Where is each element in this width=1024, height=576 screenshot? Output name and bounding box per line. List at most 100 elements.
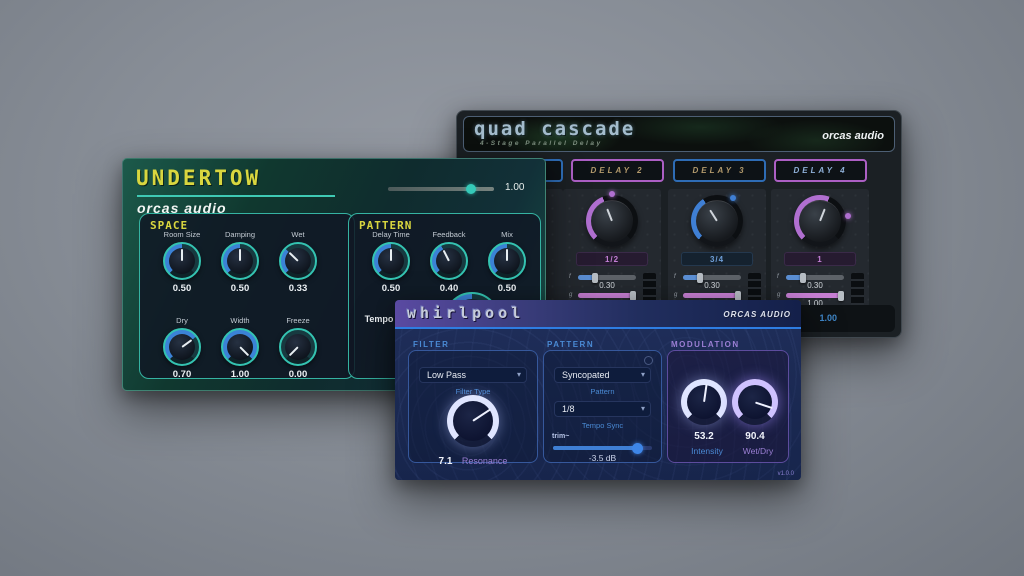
knob-needle	[506, 249, 508, 261]
pattern-box: Syncopated ▾ Pattern 1/8 ▾ Tempo Sync tr…	[543, 350, 662, 463]
knob-value: 0.50	[362, 283, 420, 294]
knob-value: 0.50	[153, 283, 211, 294]
delay-2-division-button[interactable]: 1/2	[576, 252, 648, 266]
slider-fill	[683, 293, 738, 298]
knob-value: 0.33	[269, 283, 327, 294]
knob-body	[436, 248, 462, 274]
delay-2-feedback-slider[interactable]	[578, 275, 636, 280]
knob-needle	[181, 249, 183, 261]
knob-label: Mix	[478, 230, 536, 240]
desktop-background: { "icons": { "caret": "▾" }, "undertow":…	[0, 0, 1024, 576]
tab-delay-3[interactable]: DELAY 3	[673, 159, 766, 182]
dropdown-value: Syncopated	[562, 370, 610, 380]
delay-2-indicator-dot	[609, 191, 615, 197]
slider-letter: g	[674, 292, 677, 298]
delay-4-indicator-dot	[845, 213, 851, 219]
slider-letter: g	[777, 292, 780, 298]
quad-title: quad cascade	[474, 118, 635, 140]
delay-3-time-knob[interactable]	[691, 195, 743, 247]
delay-column-2: 1/2 f 0.30 g 1.00	[563, 189, 661, 307]
output-gain-slider[interactable]	[388, 187, 494, 191]
power-icon[interactable]	[644, 356, 653, 365]
slider-letter: f	[569, 274, 571, 280]
intensity-knob[interactable]	[681, 379, 727, 425]
slider-handle[interactable]	[466, 184, 476, 194]
intensity-value: 53.2	[679, 431, 729, 442]
knob-value: 0.70	[153, 369, 211, 380]
whirlpool-window: whirlpool ORCAS AUDIO FILTER PATTERN MOD…	[395, 300, 801, 480]
slider-value: 0.30	[578, 281, 636, 290]
room-size-knob[interactable]	[163, 242, 201, 280]
delay-column-4: 1 f 0.30 g 1.00	[771, 189, 869, 307]
freeze-knob[interactable]	[279, 328, 317, 366]
dropdown-value: Low Pass	[427, 370, 466, 380]
slider-value: 0.30	[786, 281, 844, 290]
knob-label: Delay Time	[362, 230, 420, 240]
wet-dry-knob[interactable]	[732, 379, 778, 425]
intensity-label: Intensity	[679, 446, 735, 456]
whirlpool-header: whirlpool ORCAS AUDIO	[395, 300, 801, 327]
resonance-label: Resonance	[462, 456, 508, 466]
knob-value: 0.50	[211, 283, 269, 294]
delay-3-gain-slider[interactable]	[683, 293, 741, 298]
pattern-dropdown[interactable]: Syncopated ▾	[554, 367, 651, 383]
feedback-knob[interactable]	[430, 242, 468, 280]
delay-3-feedback-slider[interactable]	[683, 275, 741, 280]
slider-fill	[578, 293, 633, 298]
filter-type-dropdown[interactable]: Low Pass ▾	[419, 367, 527, 383]
chevron-down-icon: ▾	[641, 370, 645, 379]
chevron-down-icon: ▾	[517, 370, 521, 379]
modulation-section-label: MODULATION	[671, 340, 740, 349]
knob-label: Damping	[211, 230, 269, 240]
wet-dry-label: Wet/Dry	[730, 446, 786, 456]
knob-label: Width	[211, 316, 269, 326]
delay-4-time-knob[interactable]	[794, 195, 846, 247]
resonance-knob[interactable]	[447, 395, 499, 447]
footer-value: 1.00	[819, 313, 837, 323]
pattern-dropdown-label: Pattern	[544, 387, 661, 396]
undertow-title: UNDERTOW	[136, 166, 261, 190]
chevron-down-icon: ▾	[641, 404, 645, 413]
delay-4-gain-slider[interactable]	[786, 293, 844, 298]
pattern-section-label: PATTERN	[547, 340, 594, 349]
filter-box: Low Pass ▾ Filter Type 7.1 Resonance	[408, 350, 538, 463]
delay-4-feedback-slider[interactable]	[786, 275, 844, 280]
knob-value: 0.50	[478, 283, 536, 294]
delay-3-division-button[interactable]: 3/4	[681, 252, 753, 266]
knob-label: Wet	[269, 230, 327, 240]
tab-delay-2[interactable]: DELAY 2	[571, 159, 664, 182]
delay-2-time-knob[interactable]	[586, 195, 638, 247]
trim-slider[interactable]	[553, 446, 652, 450]
version-label: v1.0.0	[778, 471, 794, 477]
quad-brand: orcas audio	[822, 130, 884, 142]
slider-handle[interactable]	[632, 443, 643, 454]
space-section: SPACE Room Size 0.50 Damping 0.50 Wet 0.…	[139, 213, 355, 379]
damping-knob[interactable]	[221, 242, 259, 280]
knob-label: Dry	[153, 316, 211, 326]
trim-value: -3.5 dB	[544, 453, 661, 463]
knob-needle	[239, 249, 241, 261]
title-underline	[137, 195, 335, 197]
delay-4-division-button[interactable]: 1	[784, 252, 856, 266]
output-gain-value: 1.00	[505, 182, 524, 193]
delay-2-gain-slider[interactable]	[578, 293, 636, 298]
mix-knob[interactable]	[488, 242, 526, 280]
quad-header: quad cascade 4-Stage Parallel Delay orca…	[463, 116, 895, 152]
dry-knob[interactable]	[163, 328, 201, 366]
delay-3-indicator-dot	[730, 195, 736, 201]
slider-letter: f	[674, 274, 676, 280]
knob-value: 0.00	[269, 369, 327, 380]
wet-knob[interactable]	[279, 242, 317, 280]
knob-body	[696, 200, 738, 242]
width-knob[interactable]	[221, 328, 259, 366]
delay-time-knob[interactable]	[372, 242, 410, 280]
tempo-sync-dropdown[interactable]: 1/8 ▾	[554, 401, 651, 417]
quad-subtitle: 4-Stage Parallel Delay	[480, 140, 603, 147]
whirlpool-body: FILTER PATTERN MODULATION Low Pass ▾ Fil…	[395, 329, 801, 480]
tab-delay-4[interactable]: DELAY 4	[774, 159, 867, 182]
wet-dry-value: 90.4	[730, 431, 780, 442]
slider-fill	[553, 446, 637, 450]
tempo-sync-label: Tempo Sync	[544, 421, 661, 430]
knob-body	[591, 200, 633, 242]
dropdown-value: 1/8	[562, 404, 575, 414]
